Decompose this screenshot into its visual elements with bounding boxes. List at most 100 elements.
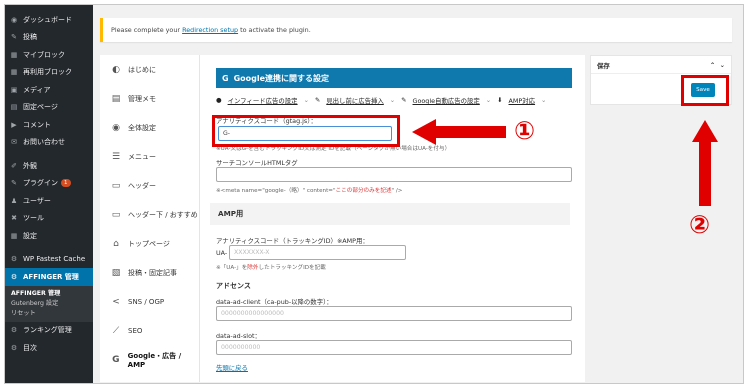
amp-tracking-id-input[interactable]: XXXXXXX-X: [229, 245, 406, 260]
shield-icon: ◐: [112, 64, 120, 75]
sidebar-item[interactable]: ⚙ 目次: [5, 339, 93, 357]
amp-section-header: AMP用: [210, 203, 570, 225]
plugin-nav-label: 全体設定: [128, 123, 156, 132]
menu-icon: ☰: [111, 151, 121, 162]
chevron-down-icon[interactable]: ⌄: [720, 61, 725, 69]
plugin-nav-label: 管理メモ: [128, 94, 156, 103]
highlight-save-button: [681, 75, 729, 106]
affinger-icon: ⚙: [10, 272, 18, 281]
sidebar-item-label: お問い合わせ: [23, 138, 65, 147]
plugin-nav-item[interactable]: ⟋ SEO: [100, 316, 199, 345]
plugin-nav-item[interactable]: G Google・広告 / AMP: [100, 345, 199, 374]
sidebar-item[interactable]: ▦ マイブロック: [5, 46, 93, 64]
sidebar-item[interactable]: ✎ 投稿: [5, 29, 93, 47]
affinger-settings-nav: ◐ はじめに ▤ 管理メモ ◉ 全体設定 ☰ メニュー ▭ ヘッダー ▭ ヘッダー下 / おすすめ ⌂ ト…: [100, 55, 200, 382]
sidebar-item[interactable]: ⚙ WP Fastest Cache: [5, 251, 93, 269]
sidebar-item[interactable]: ▶ コメント: [5, 116, 93, 134]
share-icon: <: [112, 296, 120, 307]
sidebar-item-label: ダッシュボード: [23, 15, 72, 24]
plugin-nav-label: トップページ: [128, 239, 170, 248]
google-icon: G: [112, 354, 120, 365]
sidebar-submenu: AFFINGER 管理 Gutenberg 設定 リセット: [5, 285, 93, 322]
tab-auto-ads[interactable]: Google自動広告の設定: [413, 96, 480, 105]
plugin-nav-item[interactable]: ☰ メニュー: [100, 142, 199, 171]
chevron-down-icon: ⌄: [303, 96, 309, 104]
ad-client-input[interactable]: 0000000000000000: [216, 306, 572, 321]
ad-slot-input[interactable]: 0000000000: [216, 340, 572, 355]
plugin-nav-item[interactable]: < SNS / OGP: [100, 287, 199, 316]
google-settings-panel: G Google連携に関する設定 ● インフィード広告の設定 ⌄ ✎ 見出し前に広…: [200, 55, 585, 382]
search-console-input[interactable]: [216, 167, 572, 182]
submenu-item[interactable]: AFFINGER 管理: [11, 289, 93, 299]
update-count-badge: 1: [61, 179, 71, 188]
sidebar-item-label: マイブロック: [23, 50, 65, 59]
page-icon: ▤: [10, 103, 18, 112]
sidebar-item-label: 外観: [23, 161, 37, 170]
sidebar-item[interactable]: ✎ プラグイン 1: [5, 175, 93, 193]
plugin-nav-label: SNS / OGP: [128, 297, 165, 306]
chevron-up-icon[interactable]: ⌃: [710, 61, 715, 69]
media-icon: ▣: [10, 85, 18, 94]
sidebar-item[interactable]: ⚙ AFFINGER 管理: [5, 268, 93, 286]
tab-before-heading-ads[interactable]: 見出し前に広告挿入: [326, 96, 384, 105]
sidebar-item[interactable]: ◉ ダッシュボード: [5, 11, 93, 29]
sidebar-item-label: AFFINGER 管理: [23, 272, 79, 281]
plugin-nav-item[interactable]: ▭ ヘッダー下 / おすすめ: [100, 200, 199, 229]
seo-icon: ⟋: [112, 325, 120, 336]
sidebar-item-label: 再利用ブロック: [23, 68, 72, 77]
submenu-item[interactable]: リセット: [11, 309, 93, 319]
sidebar-item[interactable]: ▦ 再利用ブロック: [5, 64, 93, 82]
search-console-label: サーチコンソールHTMLタグ: [216, 159, 298, 167]
tab-amp[interactable]: AMP対応: [509, 96, 536, 105]
home-icon: ⌂: [113, 238, 119, 249]
appearance-icon: ✐: [11, 161, 17, 170]
section-title: Google連携に関する設定: [233, 73, 330, 83]
redirection-setup-link[interactable]: Redirection setup: [182, 26, 238, 34]
sidebar-item[interactable]: ✖ ツール: [5, 210, 93, 228]
submenu-item[interactable]: Gutenberg 設定: [11, 299, 93, 309]
pen-icon: ✎: [314, 96, 321, 104]
plugin-nav-label: ヘッダー: [128, 181, 156, 190]
post-icon: ▧: [111, 267, 121, 278]
plugin-nav-label: SEO: [128, 326, 143, 335]
adsense-title: アドセンス: [216, 282, 251, 290]
sidebar-item-label: 設定: [23, 231, 37, 240]
sidebar-item-label: 固定ページ: [23, 103, 58, 112]
sidebar-item-label: ランキング管理: [23, 326, 72, 335]
sidebar-item[interactable]: ▤ 固定ページ: [5, 99, 93, 117]
sidebar-item-label: 目次: [23, 343, 37, 352]
plugin-nav-label: メニュー: [128, 152, 156, 161]
sidebar-item[interactable]: ✉ お問い合わせ: [5, 134, 93, 152]
notice-prefix: Please complete your: [111, 26, 183, 34]
user-icon: ♟: [10, 196, 18, 205]
sidebar-item[interactable]: ✐ 外観: [5, 157, 93, 175]
plugin-nav-item[interactable]: ▧ 投稿・固定記事: [100, 258, 199, 287]
sidebar-item-label: WP Fastest Cache: [23, 255, 86, 264]
plugin-nav-item[interactable]: ◉ 全体設定: [100, 113, 199, 142]
search-console-note: ※<meta name="google-（略）" content="ここの部分の…: [216, 188, 403, 194]
plugin-nav-item[interactable]: ⌂ トップページ: [100, 229, 199, 258]
tool-icon: ✖: [11, 214, 17, 223]
sidebar-item-label: ツール: [23, 214, 44, 223]
back-to-top-link[interactable]: 先頭に戻る: [216, 363, 248, 372]
tab-infeed-ads[interactable]: インフィード広告の設定: [228, 96, 298, 105]
plugin-nav-item[interactable]: ▭ ヘッダー: [100, 171, 199, 200]
annotation-one: ①: [514, 116, 536, 145]
sidebar-item[interactable]: ♟ ユーザー: [5, 192, 93, 210]
arrow-left-icon: [412, 119, 506, 145]
sidebar-item-label: ユーザー: [23, 196, 51, 205]
chevron-down-icon: ⌄: [485, 96, 492, 104]
sidebar-item[interactable]: ⚙ ランキング管理: [5, 322, 93, 340]
dashboard-icon: ◉: [10, 15, 18, 24]
plugin-nav-label: Google・広告 / AMP: [127, 351, 182, 369]
section-header: G Google連携に関する設定: [216, 68, 572, 88]
plugin-icon: ✎: [11, 179, 17, 188]
memo-icon: ▤: [111, 93, 121, 104]
plugin-nav-item[interactable]: ▤ 管理メモ: [100, 84, 199, 113]
plugin-nav-item[interactable]: ◐ はじめに: [100, 55, 199, 84]
save-box-title: 保存: [597, 62, 610, 70]
sidebar-item[interactable]: ▦ 設定: [5, 227, 93, 245]
notice-suffix: to activate the plugin.: [238, 26, 311, 34]
admin-sidebar: ◉ ダッシュボード ✎ 投稿 ▦ マイブロック ▦ 再利用ブロック ▣ メディア ▤ 固定ページ ▶ コメ…: [5, 5, 93, 383]
sidebar-item[interactable]: ▣ メディア: [5, 81, 93, 99]
